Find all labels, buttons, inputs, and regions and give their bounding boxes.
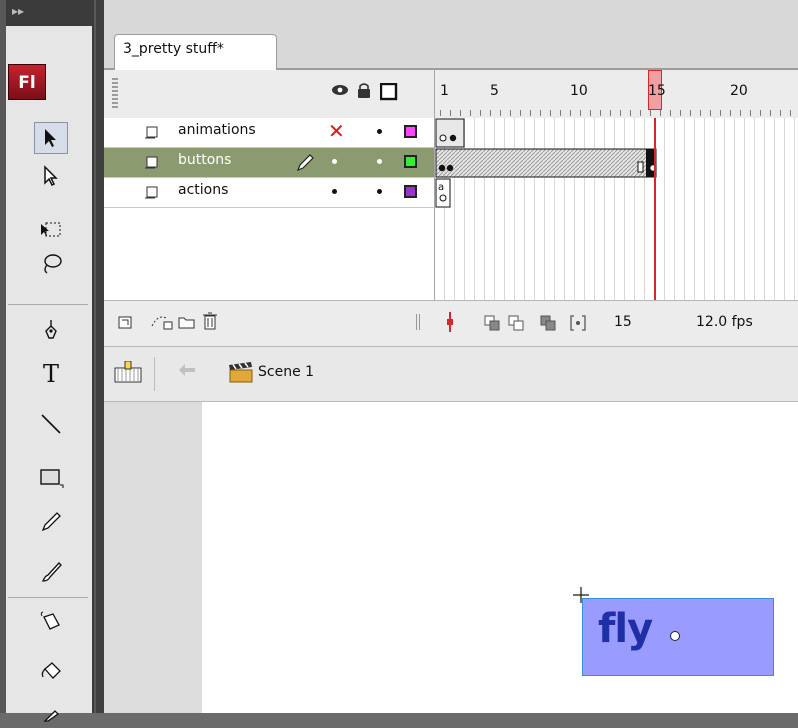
flash-logo: Fl bbox=[8, 64, 46, 100]
transformation-point[interactable] bbox=[670, 631, 680, 641]
show-hide-eye-icon[interactable] bbox=[330, 82, 350, 102]
free-transform-tool[interactable] bbox=[34, 214, 68, 246]
timeline-footer: 15 12.0 fps bbox=[104, 300, 798, 346]
layer-icon bbox=[144, 186, 160, 200]
onion-skin-icon[interactable] bbox=[484, 315, 500, 335]
line-icon bbox=[41, 414, 61, 434]
lasso-tool[interactable] bbox=[34, 248, 68, 280]
tools-separator bbox=[8, 597, 88, 598]
layer-icon bbox=[144, 156, 160, 170]
current-frame-readout: 15 bbox=[614, 314, 632, 330]
pen-icon bbox=[45, 320, 57, 339]
frame-rate-readout[interactable]: 12.0 fps bbox=[696, 314, 753, 330]
layer-row-actions[interactable]: actions bbox=[104, 178, 434, 208]
brush-tool[interactable] bbox=[34, 556, 68, 588]
frame-number: 5 bbox=[490, 83, 499, 99]
edit-bar-separator bbox=[154, 357, 155, 391]
timeline-header: 1 5 10 20 bbox=[104, 70, 798, 118]
paint-bucket-tool[interactable] bbox=[34, 656, 68, 688]
subselection-tool[interactable] bbox=[34, 160, 68, 192]
brush-icon bbox=[42, 562, 62, 582]
text-tool[interactable]: T bbox=[34, 358, 68, 390]
edit-multiple-frames-icon[interactable] bbox=[540, 315, 556, 335]
layer-name: actions bbox=[178, 182, 229, 198]
paint-bucket-icon bbox=[41, 662, 61, 679]
actions-frames[interactable]: a bbox=[435, 178, 451, 208]
layer-outline-color[interactable] bbox=[404, 155, 417, 168]
layer-visibility-dot[interactable] bbox=[332, 189, 337, 194]
layer-row-animations[interactable]: animations ✕ bbox=[104, 118, 434, 148]
frame-ruler-ticks[interactable] bbox=[440, 110, 798, 116]
layer-name: animations bbox=[178, 122, 256, 138]
tools-panel-header[interactable]: ▸▸ bbox=[6, 0, 94, 26]
tools-separator bbox=[8, 304, 88, 305]
frame-number: 20 bbox=[730, 83, 748, 99]
layer-outline-color[interactable] bbox=[404, 125, 417, 138]
delete-layer-icon[interactable] bbox=[202, 311, 218, 335]
pencil-edit-icon bbox=[296, 153, 314, 175]
playhead-marker[interactable]: 15 bbox=[648, 70, 666, 110]
eyedropper-icon bbox=[43, 710, 60, 722]
buttons-tween-span[interactable] bbox=[435, 148, 657, 178]
onion-skin-outlines-icon[interactable] bbox=[508, 315, 524, 335]
frame-number: 10 bbox=[570, 83, 588, 99]
timeline-panel: 1 5 10 20 animations ✕ buttons actions a… bbox=[104, 70, 798, 346]
ink-bottle-tool[interactable] bbox=[34, 606, 68, 638]
layer-lock-dot[interactable] bbox=[377, 159, 382, 164]
scene-name[interactable]: Scene 1 bbox=[258, 364, 314, 380]
layer-lock-dot[interactable] bbox=[377, 129, 382, 134]
footer-grip[interactable] bbox=[416, 314, 422, 330]
edit-bar: Scene 1 bbox=[104, 346, 798, 402]
free-transform-icon bbox=[41, 222, 61, 237]
svg-text:a: a bbox=[438, 182, 444, 193]
timeline-toggle-icon[interactable] bbox=[114, 360, 142, 389]
layer-row-buttons[interactable]: buttons bbox=[104, 148, 434, 178]
new-folder-icon[interactable] bbox=[178, 314, 196, 334]
rectangle-tool[interactable] bbox=[34, 462, 68, 494]
document-tab-title: 3_pretty stuff* bbox=[123, 41, 224, 57]
layer-outline-color[interactable] bbox=[404, 185, 417, 198]
selection-tool[interactable] bbox=[34, 122, 68, 154]
eyedropper-tool[interactable] bbox=[34, 696, 68, 728]
pencil-icon bbox=[41, 512, 61, 532]
fly-button-text: fly bbox=[598, 606, 653, 652]
line-tool[interactable] bbox=[34, 408, 68, 440]
timeline-grip[interactable] bbox=[112, 78, 118, 108]
layer-icon bbox=[144, 126, 160, 140]
outline-toggle-icon[interactable] bbox=[379, 82, 398, 105]
pen-tool[interactable] bbox=[34, 314, 68, 346]
subselection-arrow-icon bbox=[44, 165, 58, 187]
lock-icon[interactable] bbox=[356, 82, 372, 103]
rectangle-icon bbox=[40, 469, 64, 488]
layer-visibility-dot[interactable] bbox=[332, 159, 337, 164]
layer-hidden-x-icon[interactable]: ✕ bbox=[328, 119, 345, 143]
add-motion-guide-icon[interactable] bbox=[150, 314, 174, 334]
selection-arrow-icon bbox=[45, 129, 56, 147]
layer-name: buttons bbox=[178, 152, 232, 168]
ink-bottle-icon bbox=[40, 611, 60, 630]
document-tab[interactable]: 3_pretty stuff* bbox=[114, 34, 277, 70]
new-layer-icon[interactable] bbox=[118, 314, 134, 334]
playhead-line[interactable] bbox=[654, 118, 656, 308]
playhead-frame-number: 15 bbox=[648, 83, 666, 99]
frames-grid[interactable] bbox=[435, 118, 798, 300]
layer-lock-dot[interactable] bbox=[377, 189, 382, 194]
panel-divider[interactable] bbox=[96, 0, 104, 713]
frame-number: 1 bbox=[440, 83, 449, 99]
modify-onion-markers-icon[interactable] bbox=[570, 315, 586, 335]
pencil-tool[interactable] bbox=[34, 506, 68, 538]
center-frame-icon[interactable] bbox=[444, 312, 456, 336]
back-arrow-icon[interactable] bbox=[178, 363, 196, 381]
lasso-icon bbox=[44, 254, 62, 274]
animations-frames[interactable] bbox=[435, 118, 465, 148]
scene-clapper-icon bbox=[228, 361, 254, 387]
